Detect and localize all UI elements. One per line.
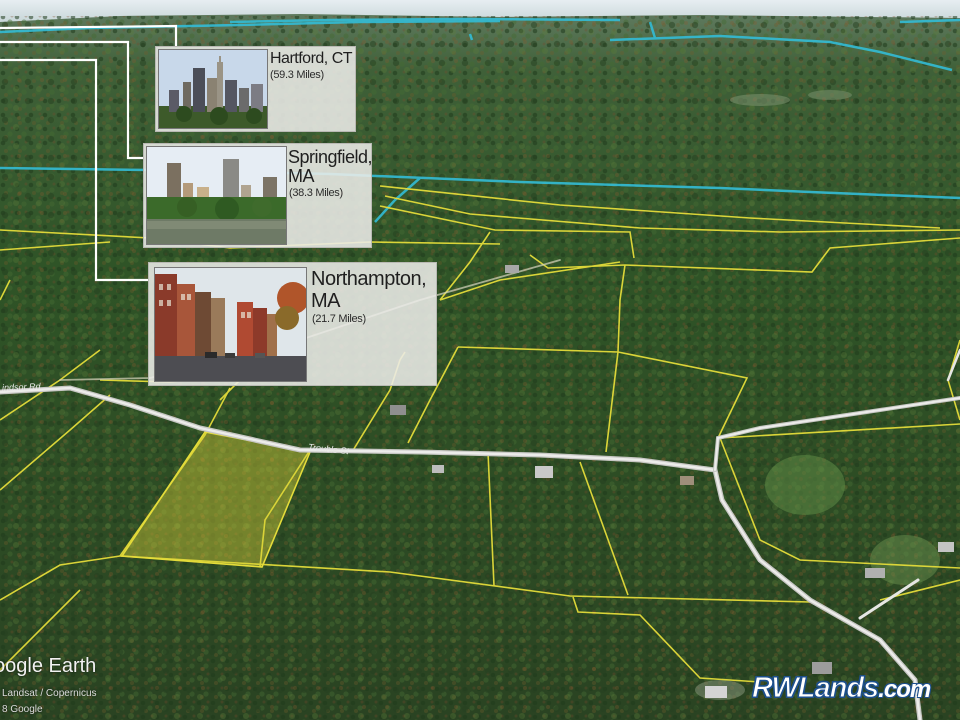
- rwlands-brand-domain: .com: [878, 676, 931, 703]
- rwlands-brand-name: RWLands: [751, 672, 879, 705]
- northampton-city-label-line2: MA: [311, 290, 341, 312]
- callout-springfield: Springfield, MA (38.3 Miles): [143, 143, 373, 248]
- northampton-distance-label: (21.7 Miles): [312, 313, 366, 325]
- springfield-distance-label: (38.3 Miles): [289, 187, 343, 199]
- aerial-map: Hartford, CT (59.3 Miles) Springfield, M: [0, 0, 960, 720]
- springfield-skyline-photo: [146, 146, 287, 245]
- terrain-layer: [0, 0, 960, 720]
- rwlands-watermark: RWLands.com: [751, 672, 931, 705]
- northampton-city-label-line1: Northampton,: [311, 268, 427, 290]
- tree-texture-2: [0, 16, 960, 720]
- callout-northampton: Northampton, MA (21.7 Miles): [148, 262, 437, 386]
- callout-hartford: Hartford, CT (59.3 Miles): [155, 46, 356, 132]
- northampton-street-photo: [154, 267, 307, 382]
- springfield-city-label-line1: Springfield,: [288, 147, 373, 167]
- imagery-attribution: Landsat / Copernicus: [2, 688, 97, 699]
- hartford-skyline-photo: [158, 49, 268, 129]
- copyright-attribution: 8 Google: [2, 704, 43, 715]
- street-label-windsor-rd: indsor Rd: [1, 381, 41, 393]
- hartford-city-label: Hartford, CT: [270, 50, 353, 67]
- springfield-city-label-line2: MA: [288, 166, 315, 186]
- hartford-distance-label: (59.3 Miles): [270, 69, 324, 81]
- google-earth-logo: oogle Earth: [0, 655, 97, 677]
